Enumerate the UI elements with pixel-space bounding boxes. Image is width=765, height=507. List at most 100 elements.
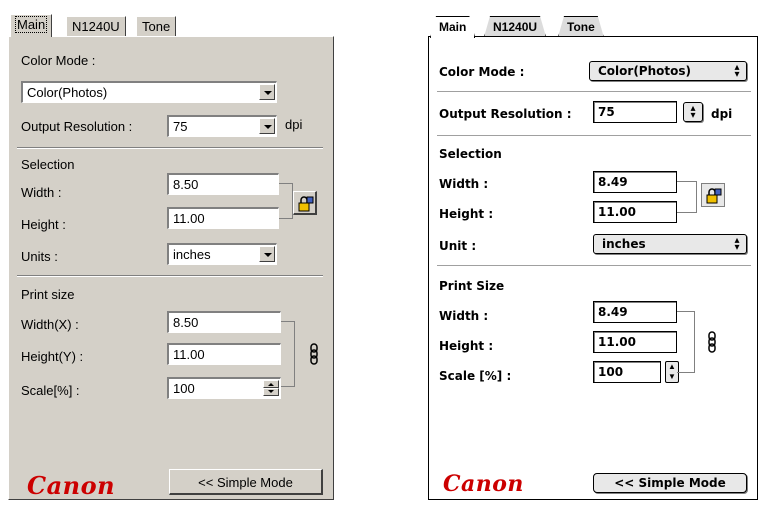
canon-logo: Canon [27, 471, 116, 500]
unit-value: inches [602, 237, 646, 251]
print-height-input[interactable]: 11.00 [593, 331, 677, 353]
aspect-lock-button[interactable] [293, 191, 317, 215]
tab-tone-label: Tone [567, 20, 595, 34]
tab-tone-label: Tone [142, 19, 171, 34]
aspect-lock-button[interactable] [701, 183, 725, 207]
color-mode-popup[interactable]: Color(Photos) ▴ ▾ [589, 61, 747, 81]
chevron-down-icon[interactable] [259, 246, 275, 262]
print-scale-label: Scale[%] : [21, 383, 80, 398]
units-value: inches [173, 247, 211, 262]
selection-width-input[interactable]: 8.49 [593, 171, 677, 193]
selection-height-label: Height : [21, 217, 66, 232]
selection-height-input[interactable]: 11.00 [593, 201, 677, 223]
print-height-value: 11.00 [173, 347, 205, 362]
selection-link-bracket [279, 183, 293, 219]
selection-units-label: Units : [21, 249, 58, 264]
tab-main-label: Main [14, 16, 48, 33]
output-resolution-value: 75 [173, 119, 188, 134]
tab-n1240u-label: N1240U [493, 20, 538, 34]
selection-height-value: 11.00 [173, 211, 205, 226]
print-size-title: Print Size [439, 279, 505, 293]
popup-arrows-icon: ▴ ▾ [734, 235, 740, 253]
tab-main[interactable]: Main [430, 16, 475, 38]
selection-width-label: Width : [21, 185, 62, 200]
print-height-label: Height : [439, 339, 494, 353]
chain-link-icon[interactable] [707, 331, 717, 353]
tab-tone[interactable]: Tone [136, 16, 177, 36]
selection-width-label: Width : [439, 177, 489, 191]
print-scale-stepper[interactable]: 100 [167, 377, 281, 399]
simple-mode-button[interactable]: << Simple Mode [169, 469, 323, 495]
divider [437, 135, 751, 136]
simple-mode-button[interactable]: << Simple Mode [593, 473, 747, 493]
selection-title: Selection [21, 157, 75, 172]
selection-width-value: 8.49 [598, 175, 628, 189]
print-height-value: 11.00 [598, 335, 636, 349]
tab-main-label: Main [439, 20, 467, 34]
print-scale-input[interactable]: 100 [593, 361, 661, 383]
selection-unit-label: Unit : [439, 239, 477, 253]
divider [17, 275, 323, 277]
color-mode-label: Color Mode : [439, 65, 525, 79]
lock-icon [706, 188, 722, 204]
print-link-bracket [281, 321, 295, 387]
selection-height-label: Height : [439, 207, 494, 221]
print-width-label: Width : [439, 309, 489, 323]
mac-scanner-dialog: Main N1240U Tone Color Mode : Color(Phot… [428, 14, 758, 500]
lock-icon [298, 196, 314, 212]
color-mode-value: Color(Photos) [27, 85, 108, 100]
print-width-input[interactable]: 8.50 [167, 311, 281, 333]
output-resolution-select[interactable]: 75 [167, 115, 277, 137]
chain-link-icon[interactable] [309, 343, 319, 365]
selection-link-bracket [677, 181, 697, 213]
windows-scanner-dialog: Main N1240U Tone Color Mode : Color(Phot… [8, 14, 334, 500]
color-mode-select[interactable]: Color(Photos) [21, 81, 277, 103]
tab-n1240u[interactable]: N1240U [484, 16, 546, 37]
selection-width-input[interactable]: 8.50 [167, 173, 279, 195]
divider [17, 147, 323, 149]
print-link-bracket [677, 311, 695, 373]
dpi-unit-label: dpi [285, 117, 303, 132]
divider [437, 265, 751, 266]
tab-main[interactable]: Main [10, 14, 53, 37]
stepper-arrows[interactable] [263, 380, 279, 396]
output-resolution-value: 75 [598, 105, 615, 119]
print-width-label: Width(X) : [21, 317, 79, 332]
canon-logo: Canon [443, 471, 524, 497]
chevron-down-icon[interactable] [259, 118, 275, 134]
selection-title: Selection [439, 147, 502, 161]
output-resolution-input[interactable]: 75 [593, 101, 677, 123]
arrow-down-icon[interactable] [263, 388, 279, 396]
print-size-title: Print size [21, 287, 75, 302]
main-tab-panel: Color Mode : Color(Photos) ▴ ▾ Output Res… [428, 36, 758, 500]
output-resolution-label: Output Resolution : [21, 119, 133, 134]
dpi-unit-label: dpi [711, 107, 733, 121]
tab-n1240u-label: N1240U [72, 19, 120, 34]
print-scale-value: 100 [598, 365, 624, 379]
print-height-label: Height(Y) : [21, 349, 84, 364]
print-width-value: 8.49 [598, 305, 628, 319]
print-width-input[interactable]: 8.49 [593, 301, 677, 323]
main-tab-panel: Color Mode : Color(Photos) Output Resolu… [8, 36, 334, 500]
popup-arrows-icon: ▴ ▾ [734, 62, 740, 80]
selection-height-input[interactable]: 11.00 [167, 207, 279, 229]
selection-width-value: 8.50 [173, 177, 199, 192]
units-select[interactable]: inches [167, 243, 277, 265]
arrow-down-icon[interactable]: ▼ [666, 372, 678, 382]
popup-arrows-icon: ▴ ▾ [690, 103, 696, 121]
color-mode-value: Color(Photos) [598, 64, 691, 78]
print-scale-label: Scale [%] : [439, 369, 512, 383]
divider [437, 91, 751, 92]
resolution-popup-button[interactable]: ▴ ▾ [683, 102, 703, 122]
tab-n1240u[interactable]: N1240U [66, 16, 126, 36]
arrow-up-icon[interactable] [263, 380, 279, 388]
print-height-input[interactable]: 11.00 [167, 343, 281, 365]
output-resolution-label: Output Resolution : [439, 107, 572, 121]
unit-popup[interactable]: inches ▴ ▾ [593, 234, 747, 254]
selection-height-value: 11.00 [598, 205, 636, 219]
print-scale-value: 100 [173, 381, 195, 396]
print-width-value: 8.50 [173, 315, 199, 330]
tab-tone[interactable]: Tone [558, 16, 604, 37]
color-mode-label: Color Mode : [21, 53, 96, 68]
chevron-down-icon[interactable] [259, 84, 275, 100]
